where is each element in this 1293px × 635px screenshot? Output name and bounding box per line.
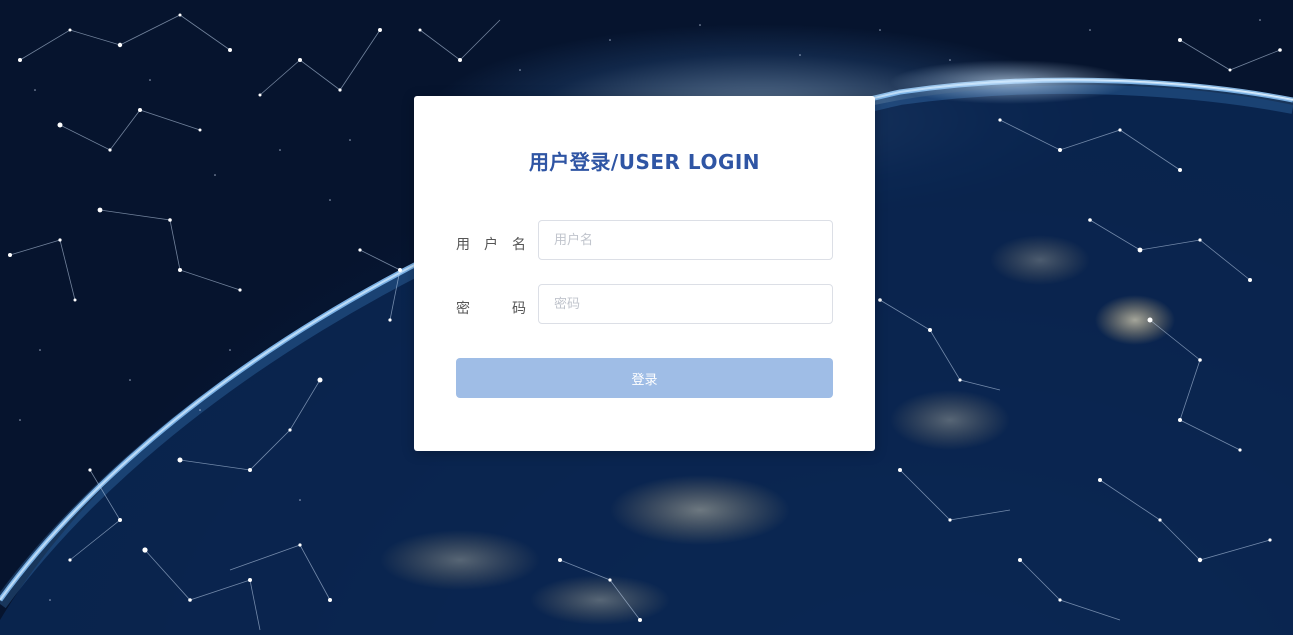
password-label-char: 密 bbox=[456, 301, 470, 317]
username-label: 用 户 名 bbox=[456, 234, 526, 254]
login-button[interactable]: 登录 bbox=[456, 358, 833, 398]
username-label-char: 户 bbox=[484, 237, 498, 253]
username-input[interactable] bbox=[538, 220, 833, 260]
username-label-char: 用 bbox=[456, 237, 470, 253]
password-label-char: 码 bbox=[512, 301, 526, 317]
login-title: 用户登录/USER LOGIN bbox=[528, 150, 761, 174]
password-input[interactable] bbox=[538, 284, 833, 324]
username-label-char: 名 bbox=[512, 237, 526, 253]
login-card: 用户登录/USER LOGIN 用 户 名 密 码 登录 bbox=[414, 96, 875, 451]
password-label: 密 码 bbox=[456, 298, 526, 318]
